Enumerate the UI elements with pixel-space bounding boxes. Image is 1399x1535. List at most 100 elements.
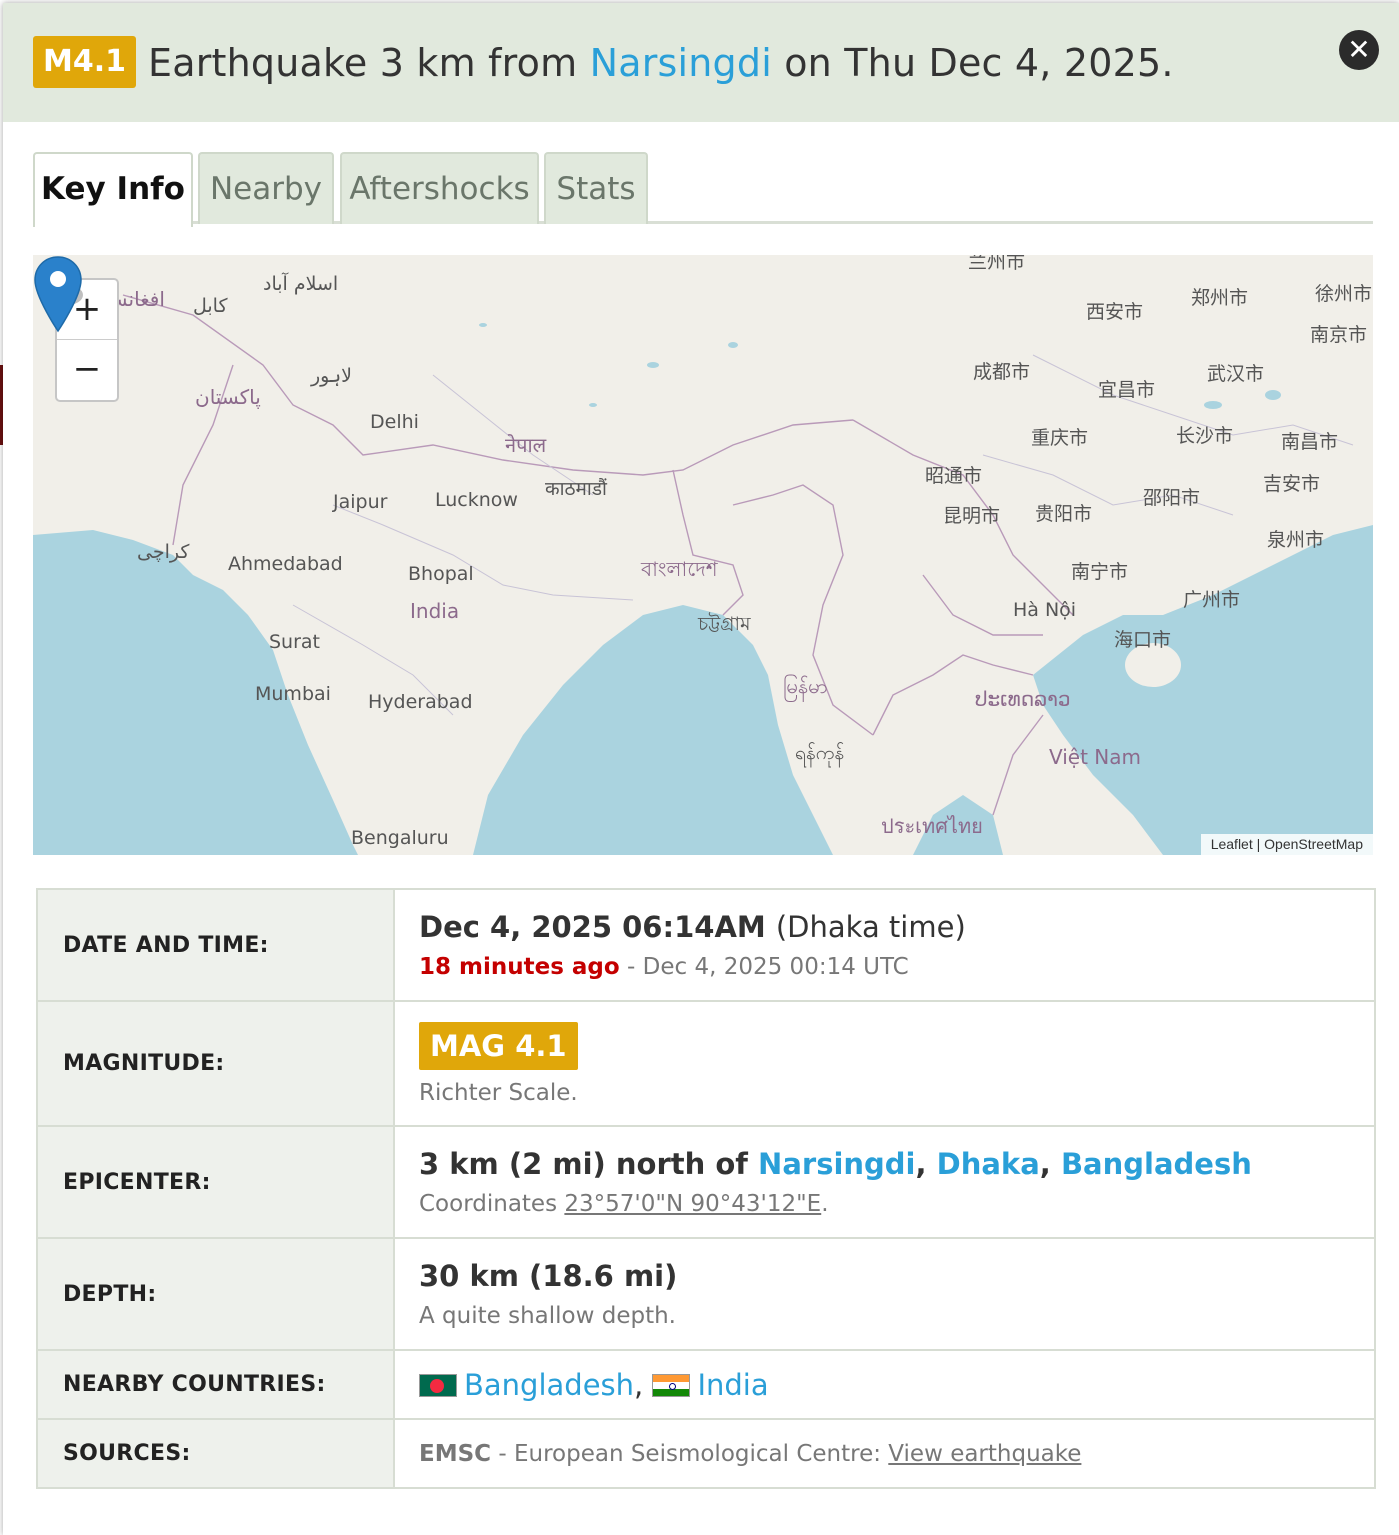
- map-label-yangon: ရန်ကုန်: [795, 742, 845, 764]
- row-date-time: DATE AND TIME: Dec 4, 2025 06:14AM (Dhak…: [36, 888, 1376, 1002]
- map-label-xuzhou: 徐州市: [1315, 283, 1373, 305]
- map-label-jian: 吉安市: [1263, 473, 1321, 495]
- period: .: [821, 1191, 829, 1217]
- epicenter-link-dhaka[interactable]: Dhaka: [937, 1147, 1040, 1181]
- magnitude-scale: Richter Scale.: [419, 1079, 578, 1106]
- tab-key-info[interactable]: Key Info: [33, 152, 193, 227]
- map-label-nanjing: 南京市: [1310, 324, 1368, 346]
- map-label-vietnam: Việt Nam: [1049, 745, 1142, 769]
- label-epicenter: EPICENTER:: [36, 1125, 395, 1239]
- magnitude-value-badge: MAG 4.1: [419, 1021, 578, 1070]
- map-label-yichang: 宜昌市: [1098, 379, 1156, 401]
- time-separator: -: [627, 954, 636, 980]
- epicenter-distance: 3 km (2 mi) north of: [419, 1147, 748, 1181]
- tab-aftershocks[interactable]: Aftershocks: [340, 152, 539, 224]
- earthquake-modal: M4.1 Earthquake 3 km from Narsingdi on T…: [3, 3, 1399, 1535]
- map-label-lahore: لاہور: [311, 365, 352, 387]
- map-label-mumbai: Mumbai: [255, 683, 331, 705]
- india-flag-icon: [652, 1373, 691, 1397]
- map-label-pakistan: پاکستان: [195, 385, 261, 409]
- map-label-zhaotong: 昭通市: [925, 465, 983, 487]
- tab-nearby[interactable]: Nearby: [198, 152, 334, 224]
- map-label-xian: 西安市: [1086, 301, 1144, 323]
- map-attribution[interactable]: Leaflet | OpenStreetMap: [1200, 834, 1373, 855]
- map-label-myanmar: မြန်မာ: [783, 674, 828, 698]
- zoom-out-button[interactable]: −: [57, 340, 117, 400]
- row-sources: SOURCES: EMSC - European Seismological C…: [36, 1418, 1376, 1489]
- map-label-shaoyang: 邵阳市: [1143, 487, 1201, 509]
- epicenter-link-narsingdi[interactable]: Narsingdi: [758, 1147, 915, 1181]
- map-label-nepal: नेपाल: [505, 433, 547, 457]
- map-label-nanchang: 南昌市: [1281, 431, 1339, 453]
- local-time: Dec 4, 2025 06:14AM: [419, 910, 766, 944]
- map-label-guiyang: 贵阳市: [1035, 503, 1093, 525]
- modal-title: Earthquake 3 km from Narsingdi on Thu De…: [148, 41, 1174, 85]
- comma: ,: [915, 1147, 927, 1181]
- map-label-india: India: [410, 599, 460, 623]
- value-epicenter: 3 km (2 mi) north of Narsingdi, Dhaka, B…: [393, 1125, 1376, 1239]
- value-magnitude: MAG 4.1 Richter Scale.: [393, 1000, 1376, 1127]
- map-label-jaipur: Jaipur: [333, 491, 388, 513]
- map-label-kabul: کابل: [193, 295, 228, 317]
- map-pin-icon[interactable]: [33, 255, 83, 335]
- bangladesh-flag-icon: [419, 1373, 457, 1397]
- map-label-wuhan: 武汉市: [1207, 363, 1265, 385]
- label-sources: SOURCES:: [36, 1418, 395, 1489]
- value-depth: 30 km (18.6 mi) A quite shallow depth.: [393, 1237, 1376, 1351]
- map-label-bengaluru: Bengaluru: [351, 827, 449, 849]
- tab-stats[interactable]: Stats: [544, 152, 648, 224]
- source-org: EMSC: [419, 1440, 492, 1467]
- map-label-hyderabad: Hyderabad: [368, 691, 473, 713]
- map-label-delhi: Delhi: [370, 411, 419, 433]
- comma: ,: [1039, 1147, 1051, 1181]
- map-label-haikou: 海口市: [1114, 629, 1172, 651]
- coordinates-link[interactable]: 23°57'0"N 90°43'12"E: [564, 1191, 821, 1217]
- label-date-time: DATE AND TIME:: [36, 888, 395, 1002]
- view-earthquake-link[interactable]: View earthquake: [888, 1441, 1081, 1467]
- map-label-guangzhou: 广州市: [1183, 589, 1241, 611]
- close-icon[interactable]: ✕: [1339, 30, 1379, 70]
- row-magnitude: MAGNITUDE: MAG 4.1 Richter Scale.: [36, 1000, 1376, 1127]
- comma: ,: [634, 1367, 644, 1402]
- utc-time: Dec 4, 2025 00:14 UTC: [642, 954, 909, 980]
- source-description: - European Seismological Centre:: [498, 1440, 881, 1467]
- title-suffix: on Thu Dec 4, 2025.: [784, 40, 1174, 85]
- label-depth: DEPTH:: [36, 1237, 395, 1351]
- value-sources: EMSC - European Seismological Centre: Vi…: [393, 1418, 1376, 1489]
- magnitude-badge: M4.1: [33, 35, 136, 88]
- country-link-india[interactable]: India: [697, 1368, 768, 1402]
- map-label-surat: Surat: [269, 631, 321, 653]
- map-label-nanning: 南宁市: [1071, 561, 1129, 583]
- title-prefix: Earthquake 3 km from: [148, 40, 578, 85]
- map-label-lucknow: Lucknow: [435, 489, 518, 511]
- tab-bar: Key Info Nearby Aftershocks Stats: [33, 152, 1373, 227]
- map-label-laos: ປະເທດລາວ: [975, 687, 1071, 711]
- country-link-bangladesh[interactable]: Bangladesh: [464, 1368, 634, 1402]
- map-label-zhengzhou: 郑州市: [1191, 287, 1249, 309]
- map-label-karachi: کراچی: [137, 541, 190, 563]
- row-nearby-countries: NEARBY COUNTRIES: Bangladesh, India: [36, 1349, 1376, 1420]
- value-nearby-countries: Bangladesh, India: [393, 1349, 1376, 1420]
- map-label-thailand: ประเทศไทย: [881, 814, 983, 838]
- map-label-islamabad: اسلام آباد: [263, 273, 339, 295]
- depth-description: A quite shallow depth.: [419, 1303, 676, 1329]
- row-depth: DEPTH: 30 km (18.6 mi) A quite shallow d…: [36, 1237, 1376, 1351]
- epicenter-link-bangladesh[interactable]: Bangladesh: [1061, 1147, 1252, 1181]
- map-label-quanzhou: 泉州市: [1267, 529, 1325, 551]
- depth-value: 30 km (18.6 mi): [419, 1259, 678, 1293]
- map-label-changsha: 长沙市: [1176, 425, 1234, 447]
- label-nearby-countries: NEARBY COUNTRIES:: [36, 1349, 395, 1420]
- map-label-bhopal: Bhopal: [408, 563, 474, 585]
- row-epicenter: EPICENTER: 3 km (2 mi) north of Narsingd…: [36, 1125, 1376, 1239]
- map-label-bangladesh: বাংলাদেশ: [641, 557, 718, 581]
- map-label-lanzhou: 兰州市: [968, 255, 1026, 273]
- coordinates-label: Coordinates: [419, 1191, 558, 1217]
- map-label-ahmedabad: Ahmedabad: [228, 553, 343, 575]
- time-ago: 18 minutes ago: [419, 954, 620, 980]
- key-info-table: DATE AND TIME: Dec 4, 2025 06:14AM (Dhak…: [36, 888, 1376, 1489]
- epicenter-map[interactable]: افغانس کابل اسلام آباد لاہور پاکستان کرا…: [33, 255, 1373, 855]
- label-magnitude: MAGNITUDE:: [36, 1000, 395, 1127]
- map-label-kunming: 昆明市: [943, 505, 1001, 527]
- title-location-link[interactable]: Narsingdi: [590, 41, 772, 85]
- map-label-kathmandu: काठमाडौं: [545, 478, 607, 500]
